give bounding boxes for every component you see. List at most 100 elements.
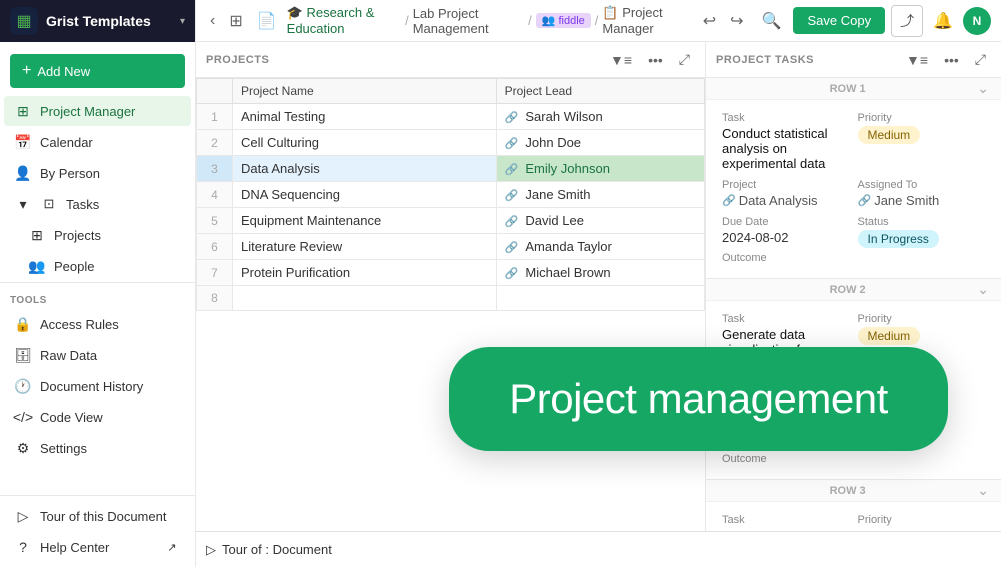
outcome-label: Outcome [722, 252, 985, 264]
col-header-lead[interactable]: Project Lead [496, 79, 704, 104]
chevron-down-icon[interactable]: ▾ [180, 16, 185, 27]
sidebar-item-label: Tour of this Document [40, 509, 166, 524]
add-new-button[interactable]: + Add New [10, 54, 185, 88]
row-number: 7 [197, 260, 233, 286]
project-lead-cell[interactable]: 🔗 Michael Brown [496, 260, 704, 286]
main-content: ‹ ⊞ 📄 🎓 Research & Education / Lab Proje… [196, 0, 1001, 567]
avatar[interactable]: N [963, 7, 991, 35]
save-copy-button[interactable]: Save Copy [793, 7, 885, 34]
project-name-cell[interactable] [233, 286, 497, 311]
project-name-cell[interactable]: Protein Purification [233, 260, 497, 286]
sidebar-item-by-person[interactable]: 👤 By Person [4, 158, 191, 188]
row-expand-button[interactable]: ⌄ [977, 482, 989, 499]
table-row[interactable]: 2Cell Culturing🔗 John Doe [197, 130, 705, 156]
project-name-cell[interactable]: DNA Sequencing [233, 182, 497, 208]
sidebar-item-calendar[interactable]: 📅 Calendar [4, 127, 191, 157]
project-name-cell[interactable]: Animal Testing [233, 104, 497, 130]
grid-view-button[interactable]: ⊞ [225, 7, 246, 35]
project-name-cell[interactable]: Literature Review [233, 234, 497, 260]
sidebar-item-access-rules[interactable]: 🔒 Access Rules [4, 309, 191, 339]
grid-icon: ⊞ [28, 226, 46, 244]
sidebar-item-people[interactable]: 👥 People [4, 251, 191, 281]
link-icon: 🔗 [505, 268, 522, 280]
project-lead-cell[interactable]: 🔗 David Lee [496, 208, 704, 234]
assigned-link-icon: 🔗 [858, 194, 872, 207]
sidebar-item-raw-data[interactable]: 🗄 Raw Data [4, 340, 191, 370]
project-lead-cell[interactable]: 🔗 Amanda Taylor [496, 234, 704, 260]
breadcrumb-research[interactable]: 🎓 Research & Education [287, 5, 401, 36]
task-field-priority: Priority [858, 514, 986, 528]
priority-value: Medium [858, 327, 986, 345]
projects-table-wrap: Project Name Project Lead 1Animal Testin… [196, 78, 705, 531]
notifications-button[interactable]: 🔔 [929, 7, 957, 35]
status-label: Status [858, 417, 986, 429]
row-expand-button[interactable]: ⌄ [977, 281, 989, 298]
sidebar-item-label: Help Center [40, 540, 109, 555]
project-lead-cell[interactable] [496, 286, 704, 311]
sidebar-item-projects[interactable]: ⊞ Projects [4, 220, 191, 250]
project-name-cell[interactable]: Data Analysis [233, 156, 497, 182]
tasks-filter-button[interactable]: ▼≡ [901, 49, 933, 71]
expand-button[interactable]: ⤢ [674, 48, 695, 71]
tasks-panel-title: PROJECT TASKS [716, 54, 895, 66]
table-row[interactable]: 1Animal Testing🔗 Sarah Wilson [197, 104, 705, 130]
table-row[interactable]: 5Equipment Maintenance🔗 David Lee [197, 208, 705, 234]
table-row[interactable]: 7Protein Purification🔗 Michael Brown [197, 260, 705, 286]
task-grid-top: TaskPriority [722, 514, 985, 528]
redo-button[interactable]: ↪ [724, 7, 749, 35]
history-icon: 🕐 [14, 377, 32, 395]
link-icon: 🔗 [505, 190, 522, 202]
project-lead-cell[interactable]: 🔗 Emily Johnson [496, 156, 704, 182]
task-row-header: ROW 1 ⌄ [706, 78, 1001, 100]
project-name-cell[interactable]: Equipment Maintenance [233, 208, 497, 234]
priority-label: Priority [858, 313, 986, 325]
project-lead-cell[interactable]: 🔗 Jane Smith [496, 182, 704, 208]
calendar-icon: 📅 [14, 133, 32, 151]
status-label: Status [858, 216, 986, 228]
code-icon: </> [14, 408, 32, 426]
row-expand-button[interactable]: ⌄ [977, 80, 989, 97]
project-label: Project [722, 380, 850, 392]
sidebar-item-help[interactable]: ? Help Center ↗ [4, 532, 191, 562]
sidebar-item-tour[interactable]: ▷ Tour of this Document [4, 501, 191, 531]
database-icon: 🗄 [14, 346, 32, 364]
undo-button[interactable]: ↩ [697, 7, 722, 35]
filter-button[interactable]: ▼≡ [605, 49, 637, 71]
row-label: ROW 1 [830, 83, 866, 95]
project-name-cell[interactable]: Cell Culturing [233, 130, 497, 156]
tour-bar: ▷ Tour of : Document [196, 531, 1001, 567]
sidebar: ▦ Grist Templates ▾ + Add New ⊞ Project … [0, 0, 196, 567]
task-body: TaskConduct statistical analysis on expe… [706, 100, 1001, 279]
sidebar-item-label: Access Rules [40, 317, 119, 332]
tasks-more-button[interactable]: ••• [939, 49, 964, 71]
col-header-name[interactable]: Project Name [233, 79, 497, 104]
task-value: Conduct statistical analysis on experime… [722, 126, 850, 171]
projects-table: Project Name Project Lead 1Animal Testin… [196, 78, 705, 311]
project-lead-cell[interactable]: 🔗 Sarah Wilson [496, 104, 704, 130]
project-lead-cell[interactable]: 🔗 John Doe [496, 130, 704, 156]
sidebar-item-settings[interactable]: ⚙ Settings [4, 433, 191, 463]
task-field-task: TaskConduct statistical analysis on expe… [722, 112, 850, 171]
tour-button[interactable]: ▷ Tour of : Document [206, 542, 332, 558]
table-row[interactable]: 6Literature Review🔗 Amanda Taylor [197, 234, 705, 260]
link-icon: 🔗 [505, 164, 522, 176]
sidebar-item-document-history[interactable]: 🕐 Document History [4, 371, 191, 401]
tasks-content: ROW 1 ⌄ TaskConduct statistical analysis o… [706, 78, 1001, 531]
document-icon-button[interactable]: 📄 [253, 7, 281, 35]
sidebar-bottom: ▷ Tour of this Document ? Help Center ↗ [0, 495, 195, 567]
undo-redo-group: ↩ ↪ [697, 7, 750, 35]
table-row[interactable]: 4DNA Sequencing🔗 Jane Smith [197, 182, 705, 208]
sidebar-item-project-manager[interactable]: ⊞ Project Manager [4, 96, 191, 126]
assigned-link-icon: 🔗 [858, 395, 872, 408]
back-button[interactable]: ‹ [206, 8, 219, 34]
more-options-button[interactable]: ••• [643, 49, 668, 71]
search-button[interactable]: 🔍 [756, 7, 788, 35]
share-button[interactable]: ⤴ [891, 5, 923, 37]
status-badge: In Progress [858, 230, 939, 248]
tasks-expand-button[interactable]: ⤢ [970, 48, 991, 71]
table-row[interactable]: 8 [197, 286, 705, 311]
sidebar-item-tasks[interactable]: ▾ ⊡ Tasks [4, 189, 191, 219]
sidebar-item-label: Project Manager [40, 104, 135, 119]
table-row[interactable]: 3Data Analysis🔗 Emily Johnson [197, 156, 705, 182]
sidebar-item-code-view[interactable]: </> Code View [4, 402, 191, 432]
